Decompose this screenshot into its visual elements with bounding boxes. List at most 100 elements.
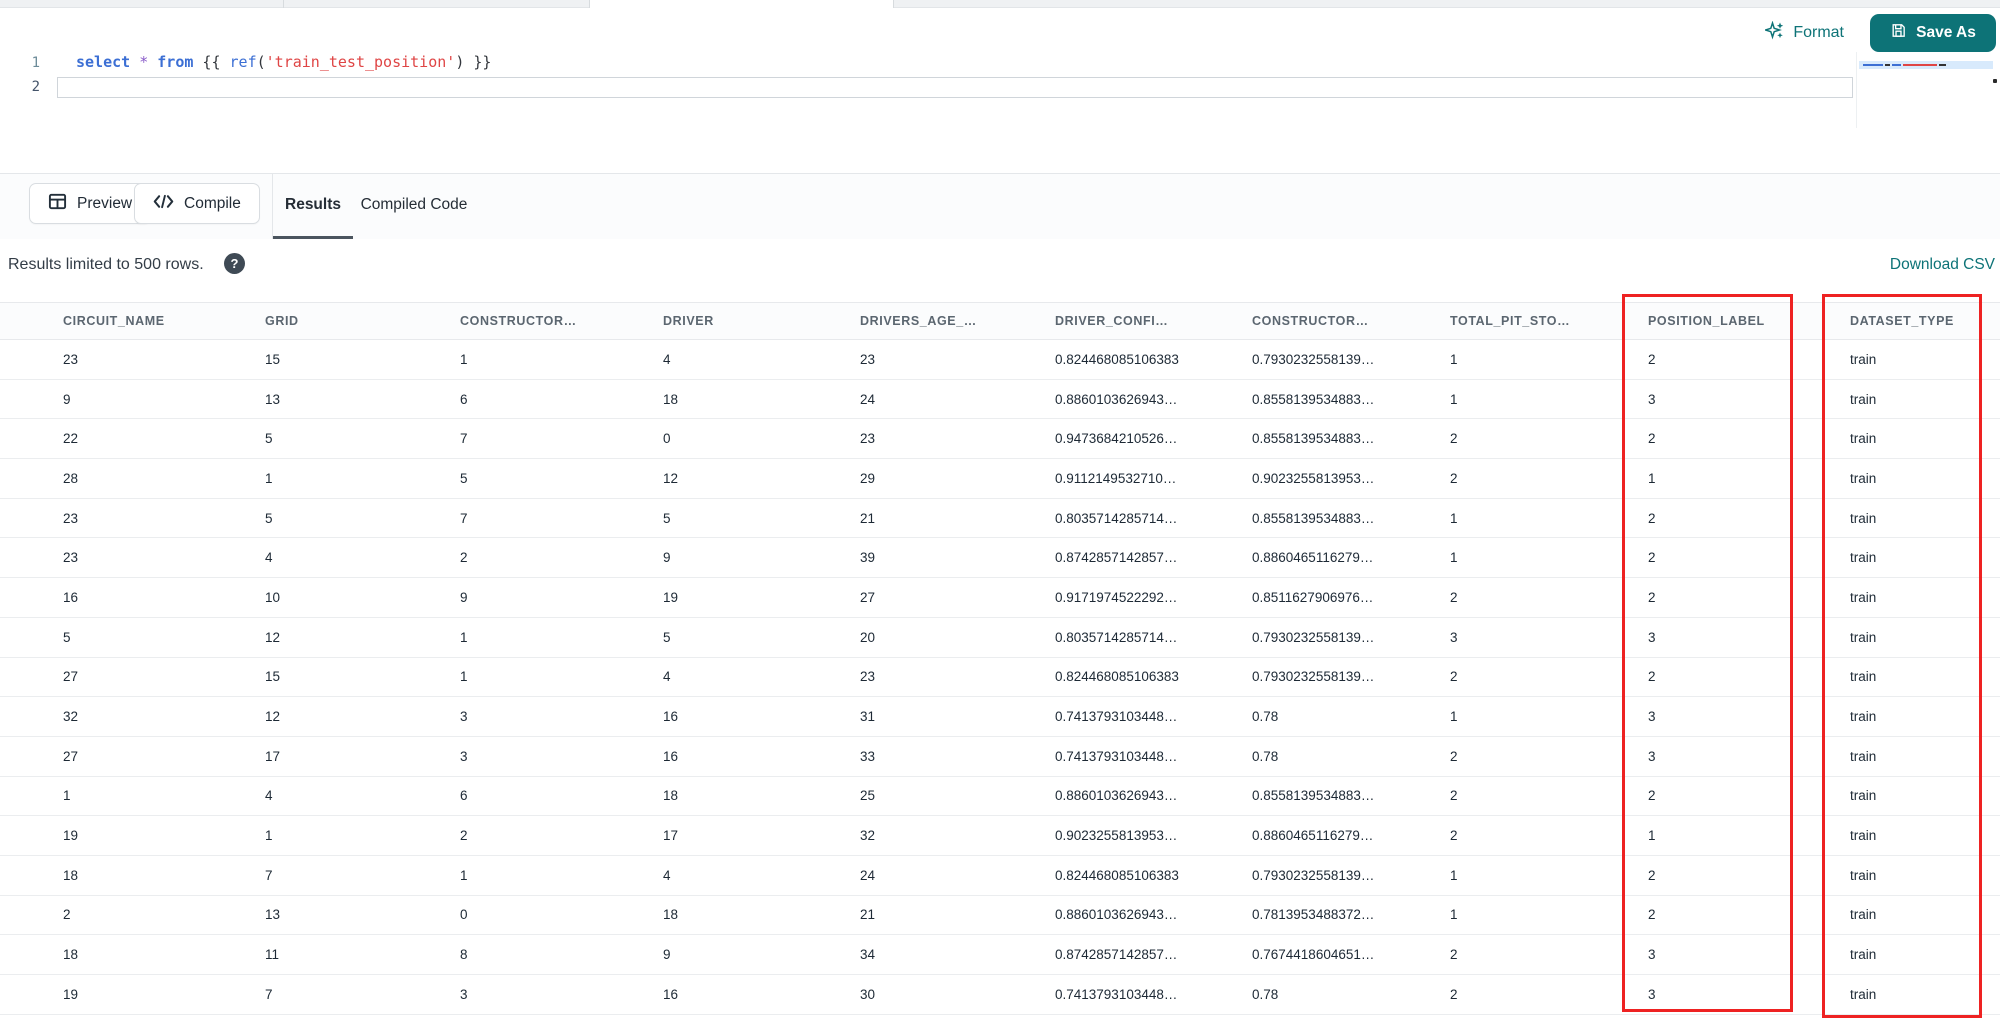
table-cell: train xyxy=(1850,351,1877,367)
table-cell: 0.7413793103448… xyxy=(1055,986,1178,1002)
sparkles-icon xyxy=(1763,20,1785,46)
table-cell: 0.8558139534883… xyxy=(1252,788,1375,804)
table-cell: train xyxy=(1850,629,1877,645)
table-cell: 28 xyxy=(63,470,79,486)
table-cell: 3 xyxy=(1648,748,1656,764)
table-cell: 1 xyxy=(1450,867,1458,883)
table-cell: 21 xyxy=(860,510,876,526)
table-cell: 34 xyxy=(860,947,876,963)
table-cell: 1 xyxy=(460,867,468,883)
table-row: 27 15 1 4 23 0.824468085106383 0.7930232558139… xyxy=(0,657,2000,698)
table-cell: 2 xyxy=(1450,828,1458,844)
table-cell: 23 xyxy=(63,550,79,566)
table-cell: 2 xyxy=(460,550,468,566)
tab-results[interactable]: Results xyxy=(273,174,353,236)
table-row: 32 12 3 16 31 0.7413793103448… 0.78 1 3 train xyxy=(0,697,2000,737)
table-cell: train xyxy=(1850,510,1877,526)
preview-button[interactable]: Preview xyxy=(29,183,152,224)
table-cell: 4 xyxy=(663,351,671,367)
table-cell: 0.7813953488372… xyxy=(1252,907,1375,923)
table-cell: 23 xyxy=(63,351,79,367)
save-as-button[interactable]: Save As xyxy=(1870,14,1996,52)
code-token: 'train_test_position' xyxy=(265,53,456,71)
table-cell: 2 xyxy=(1648,351,1656,367)
download-csv-link[interactable]: Download CSV xyxy=(1890,256,1995,274)
table-cell: 13 xyxy=(265,391,281,407)
table-row: 28 1 5 12 29 0.9112149532710… 0.9023255813953…… xyxy=(0,459,2000,499)
table-cell: 2 xyxy=(1450,589,1458,605)
table-cell: 0.8558139534883… xyxy=(1252,391,1375,407)
code-line-1[interactable]: select * from {{ ref('train_test_positio… xyxy=(76,53,491,71)
table-cell: 4 xyxy=(663,867,671,883)
line-number-1: 1 xyxy=(31,55,40,71)
table-cell: 1 xyxy=(460,351,468,367)
sql-editor[interactable]: Format Save As 1 2 select * from {{ ref(… xyxy=(0,9,2000,173)
table-cell: 9 xyxy=(663,550,671,566)
table-cell: 16 xyxy=(663,709,679,725)
file-tab-strip[interactable] xyxy=(0,0,2000,8)
table-cell: train xyxy=(1850,431,1877,447)
table-cell: 23 xyxy=(860,669,876,685)
results-table: CIRCUIT_NAME GRID CONSTRUCTOR… DRIVER DRIVER… xyxy=(0,302,2000,1015)
column-header: GRID xyxy=(265,314,299,328)
table-row: 19 7 3 16 30 0.7413793103448… 0.78 2 3 train xyxy=(0,975,2000,1015)
table-cell: 1 xyxy=(1450,709,1458,725)
table-cell: 7 xyxy=(460,431,468,447)
table-cell: 0.78 xyxy=(1252,748,1279,764)
table-cell: 2 xyxy=(1450,947,1458,963)
minimap-token xyxy=(1939,64,1946,66)
table-cell: 21 xyxy=(860,907,876,923)
table-cell: 16 xyxy=(663,748,679,764)
table-cell: 11 xyxy=(265,947,280,963)
table-cell: 0.8860465116279… xyxy=(1252,828,1374,844)
editor-minimap[interactable] xyxy=(1856,52,1998,128)
code-token: select xyxy=(76,53,131,71)
help-icon[interactable]: ? xyxy=(224,253,245,274)
table-row: 19 1 2 17 32 0.9023255813953… 0.8860465116279…… xyxy=(0,816,2000,856)
active-line-highlight[interactable] xyxy=(57,77,1853,98)
compile-button[interactable]: Compile xyxy=(134,183,260,224)
table-cell: 0.7930232558139… xyxy=(1252,629,1375,645)
table-cell: 18 xyxy=(63,867,79,883)
table-cell: 27 xyxy=(63,748,79,764)
table-cell: train xyxy=(1850,550,1877,566)
table-cell: 1 xyxy=(1450,550,1458,566)
table-cell: 12 xyxy=(265,629,281,645)
table-cell: 0.9023255813953… xyxy=(1055,828,1178,844)
table-row: 22 5 7 0 23 0.9473684210526… 0.8558139534883… 2… xyxy=(0,419,2000,460)
table-cell: 25 xyxy=(860,788,876,804)
editor-actions: Format Save As xyxy=(1763,9,1998,57)
table-cell: 0 xyxy=(460,907,468,923)
tab-compiled-code[interactable]: Compiled Code xyxy=(353,174,475,236)
table-cell: 23 xyxy=(860,351,876,367)
table-cell: 5 xyxy=(663,510,671,526)
column-header: DATASET_TYPE xyxy=(1850,314,1954,328)
table-cell: train xyxy=(1850,709,1877,725)
table-cell: 3 xyxy=(1450,629,1458,645)
ide-screen: Format Save As 1 2 select * from {{ ref(… xyxy=(0,0,2000,1020)
table-cell: 31 xyxy=(860,709,876,725)
table-cell: 19 xyxy=(63,828,79,844)
table-cell: train xyxy=(1850,391,1877,407)
table-cell: 2 xyxy=(1450,986,1458,1002)
table-cell: 24 xyxy=(860,391,876,407)
minimap-code-line xyxy=(1859,61,1993,69)
table-cell: train xyxy=(1850,986,1877,1002)
table-row: 23 5 7 5 21 0.8035714285714… 0.8558139534883… 1… xyxy=(0,498,2000,539)
format-button[interactable]: Format xyxy=(1763,20,1844,46)
table-cell: 1 xyxy=(460,669,468,685)
active-file-tab[interactable] xyxy=(589,0,893,8)
table-cell: 1 xyxy=(63,788,71,804)
table-cell: 0.9473684210526… xyxy=(1055,431,1178,447)
table-cell: 1 xyxy=(1648,828,1656,844)
code-token: from xyxy=(157,53,194,71)
table-row: 27 17 3 16 33 0.7413793103448… 0.78 2 3 train xyxy=(0,736,2000,777)
table-cell: train xyxy=(1850,669,1877,685)
table-cell: 0.7674418604651… xyxy=(1252,947,1375,963)
table-cell: 0.7930232558139… xyxy=(1252,669,1375,685)
table-cell: 0.8035714285714… xyxy=(1055,510,1178,526)
table-body: 23 15 1 4 23 0.824468085106383 0.7930232558139… xyxy=(0,340,2000,1015)
table-cell: train xyxy=(1850,867,1877,883)
table-cell: 0.8558139534883… xyxy=(1252,510,1375,526)
table-cell: 0.78 xyxy=(1252,709,1279,725)
